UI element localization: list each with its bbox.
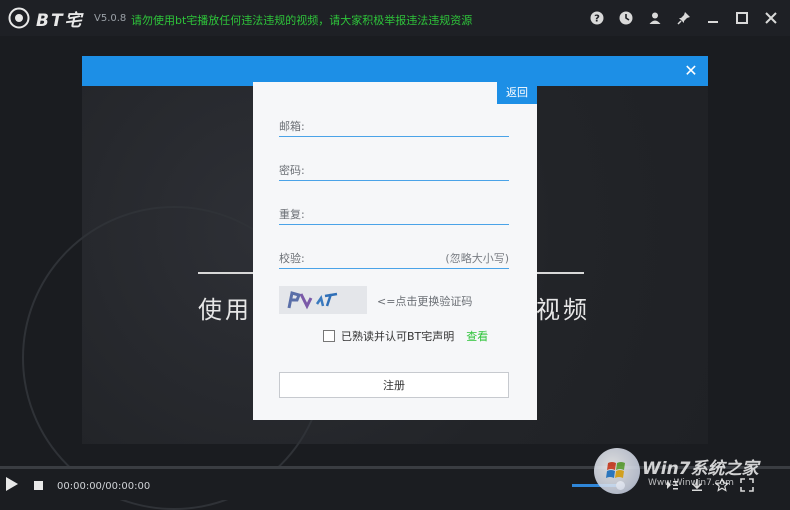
repeat-password-field[interactable]: 重复: [279,202,509,225]
window-controls: ? [588,9,780,27]
captcha-image[interactable] [279,286,367,314]
maximize-icon[interactable] [733,9,751,27]
title-bar: BT宅 V5.0.8 请勿使用bt宅播放任何违法违规的视频，请大家积极举报违法违… [0,0,790,36]
verify-label: 校验: [279,252,305,265]
password-field[interactable]: 密码: [279,158,509,181]
register-button[interactable]: 注册 [279,372,509,398]
password-label: 密码: [279,164,305,177]
video-caption-right: 视频 [536,296,590,324]
svg-text:?: ? [594,14,600,25]
windows-logo-icon [594,448,640,494]
pin-icon[interactable] [675,9,693,27]
overlay-close-icon[interactable]: ✕ [682,62,700,80]
back-button[interactable]: 返回 [497,82,537,104]
minimize-icon[interactable] [704,9,722,27]
notice-text: 请勿使用bt宅播放任何违法违规的视频，请大家积极举报违法违规资源 [131,14,473,27]
verify-code-field[interactable]: 校验: (忽略大小写) [279,246,509,269]
close-icon[interactable] [762,9,780,27]
user-icon[interactable] [646,9,664,27]
verify-hint: (忽略大小写) [445,252,509,265]
register-dialog: 返回 邮箱: 密码: 重复: 校验: (忽略大小写) <=点击更换验证码 已熟读… [253,82,537,420]
play-icon[interactable] [6,477,18,491]
agree-text: 已熟读并认可BT宅声明 [341,330,455,343]
history-icon[interactable] [617,9,635,27]
site-watermark: Win7系统之家 Www.Winwin7.com [594,448,784,498]
bt-logo-icon [8,7,30,29]
watermark-title: Win7系统之家 [642,459,759,479]
captcha-tip[interactable]: <=点击更换验证码 [377,293,472,309]
agree-checkbox[interactable] [323,330,335,342]
watermark-subtitle: Www.Winwin7.com [648,478,734,488]
email-label: 邮箱: [279,120,305,133]
app-version: V5.0.8 [94,13,127,24]
video-caption-left: 使用 [198,296,252,324]
stop-icon[interactable] [34,481,43,490]
repeat-label: 重复: [279,208,305,221]
email-field[interactable]: 邮箱: [279,114,509,137]
agreement-row: 已熟读并认可BT宅声明 查看 [323,328,488,344]
app-brand: BT宅 [36,11,84,31]
help-icon[interactable]: ? [588,9,606,27]
view-statement-link[interactable]: 查看 [466,328,488,344]
playback-time: 00:00:00/00:00:00 [57,481,151,492]
